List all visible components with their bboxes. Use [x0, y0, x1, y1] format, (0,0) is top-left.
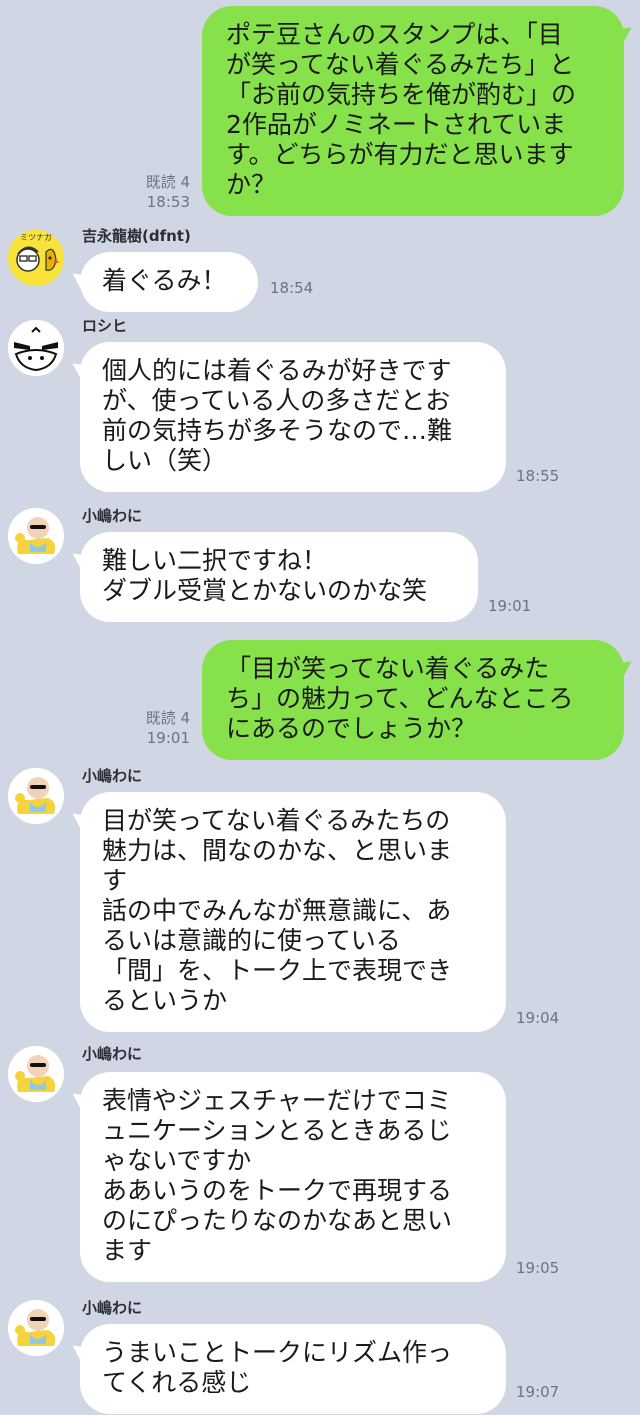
read-receipt: 既読 4: [145, 709, 190, 727]
incoming-message-bubble[interactable]: 目が笑ってない着ぐるみたちの 魅力は、間なのかな、と思いま す 話の中でみんなが…: [80, 792, 506, 1032]
sender-name: 小嶋わに: [82, 1299, 143, 1317]
kojima-avatar[interactable]: [8, 1046, 64, 1102]
message-line: ます: [102, 1236, 153, 1265]
outgoing-message-bubble[interactable]: 「目が笑ってない着ぐるみた ち」の魅力って、どんなところ にあるのでしょうか？: [202, 640, 624, 760]
message-line: 「間」を、トーク上で表現でき: [102, 956, 453, 985]
sender-name: ロシヒ: [82, 317, 128, 335]
message-time: 19:05: [516, 1259, 560, 1277]
message-line: が、使っている人の多さだとお: [102, 386, 451, 415]
message-line: が笑ってない着ぐるみたち」と: [226, 50, 575, 79]
message-line: てくれる感じ: [102, 1368, 252, 1397]
avatar-label: ミツナガ: [20, 233, 52, 242]
message-line: ポテ豆さんのスタンプは、「目: [226, 20, 563, 49]
message-line: しい（笑）: [102, 446, 228, 475]
message-line: す: [102, 866, 128, 895]
message-line: 話の中でみんなが無意識に、あ: [102, 896, 452, 925]
kojima-avatar-icon: [8, 1046, 64, 1102]
roshihi-avatar-icon: [8, 320, 64, 376]
message-line: 難しい二択ですね！: [102, 546, 328, 575]
message-line: 表情やジェスチャーだけでコミ: [102, 1086, 452, 1115]
message-line: ダブル受賞とかないのかな笑: [102, 576, 428, 605]
kojima-avatar[interactable]: [8, 768, 64, 824]
outgoing-message-bubble[interactable]: ポテ豆さんのスタンプは、「目 が笑ってない着ぐるみたち」と 「お前の気持ちを俺が…: [202, 6, 624, 216]
message-line: にあるのでしょうか？: [226, 714, 477, 743]
chat-timeline: 既読 4 18:53 ポテ豆さんのスタンプは、「目 が笑ってない着ぐるみたち」と…: [0, 0, 640, 1415]
incoming-message-bubble[interactable]: 個人的には着ぐるみが好きです が、使っている人の多さだとお 前の気持ちが多そうな…: [80, 342, 506, 492]
message-line: ゃないですか: [102, 1146, 252, 1175]
incoming-message-bubble[interactable]: うまいことトークにリズム作っ てくれる感じ: [80, 1324, 506, 1414]
message-line: 着ぐるみ！: [102, 266, 227, 295]
message-line: か？: [226, 170, 277, 199]
message-time: 18:53: [146, 193, 190, 211]
message-time: 19:01: [488, 597, 532, 615]
roshihi-avatar[interactable]: [8, 320, 64, 376]
kojima-avatar-icon: [8, 508, 64, 564]
message-line: 魅力は、間なのかな、と思いま: [102, 836, 453, 865]
incoming-message-bubble[interactable]: 難しい二択ですね！ ダブル受賞とかないのかな笑: [80, 532, 478, 622]
message-line: す。どちらが有力だと思います: [226, 140, 574, 169]
incoming-message-bubble[interactable]: 着ぐるみ！: [80, 252, 258, 312]
message-line: 2作品がノミネートされていま: [226, 110, 567, 139]
kojima-avatar-icon: [8, 1300, 64, 1356]
message-line: ああいうのをトークで再現する: [102, 1176, 453, 1205]
sender-name: 吉永龍樹(dfnt): [82, 227, 191, 245]
message-line: ち」の魅力って、どんなところ: [226, 684, 574, 713]
message-line: 「お前の気持ちを俺が酌む」の: [226, 80, 577, 109]
message-line: ュニケーションとるときあるじ: [102, 1116, 452, 1145]
message-line: 目が笑ってない着ぐるみたちの: [102, 806, 451, 835]
kojima-avatar-icon: [8, 768, 64, 824]
kojima-avatar[interactable]: [8, 508, 64, 564]
message-time: 18:54: [270, 279, 314, 297]
incoming-message-bubble[interactable]: 表情やジェスチャーだけでコミ ュニケーションとるときあるじ ゃないですか ああい…: [80, 1072, 506, 1282]
message-line: 個人的には着ぐるみが好きです: [102, 356, 452, 385]
kojima-avatar[interactable]: [8, 1300, 64, 1356]
message-meta: 既読 4 19:01: [146, 708, 190, 748]
message-line: うまいことトークにリズム作っ: [102, 1338, 453, 1367]
sender-name: 小嶋わに: [82, 507, 143, 525]
message-line: るいは意識的に使っている: [102, 926, 401, 955]
message-time: 18:55: [516, 467, 560, 485]
message-line: 前の気持ちが多そうなので…難: [102, 416, 453, 445]
message-line: のにぴったりなのかなあと思い: [102, 1206, 453, 1235]
read-receipt: 既読 4: [145, 173, 190, 191]
message-line: るというか: [102, 986, 228, 1015]
message-time: 19:07: [516, 1383, 560, 1401]
message-line: 「目が笑ってない着ぐるみた: [226, 654, 550, 683]
yoshinaga-avatar[interactable]: ミツナガ: [8, 230, 64, 286]
message-meta: 既読 4 18:53: [146, 172, 190, 212]
message-time: 19:04: [516, 1009, 560, 1027]
sender-name: 小嶋わに: [82, 767, 143, 785]
message-time: 19:01: [146, 729, 190, 747]
sender-name: 小嶋わに: [82, 1045, 143, 1063]
